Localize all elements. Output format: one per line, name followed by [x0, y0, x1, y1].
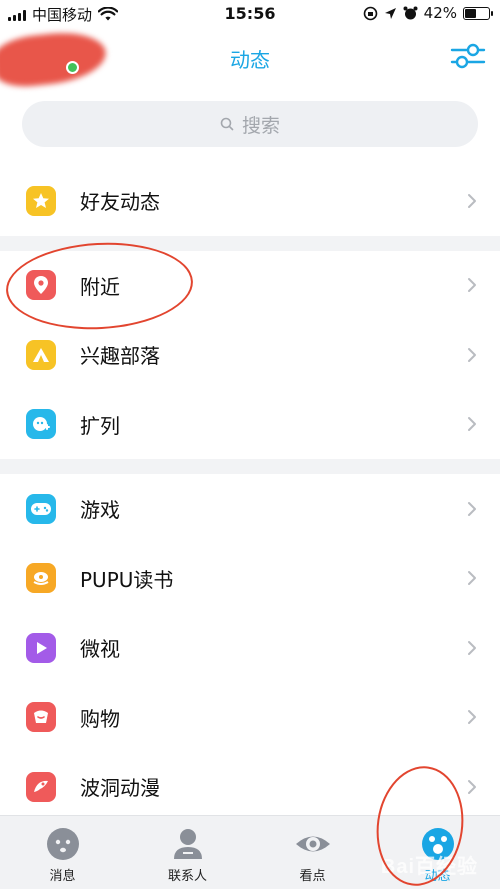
star-icon	[26, 185, 56, 216]
header: 动态	[0, 28, 500, 90]
search-bar[interactable]: 搜索	[22, 101, 478, 147]
page-title: 动态	[230, 48, 270, 72]
section-divider	[0, 235, 500, 251]
list-item-label: 游戏	[80, 498, 120, 523]
list-item-label: 好友动态	[80, 190, 160, 215]
alarm-icon	[403, 6, 418, 19]
tab-messages[interactable]: 消息	[0, 816, 125, 889]
video-play-icon	[26, 632, 56, 663]
search-icon	[220, 117, 234, 131]
book-icon	[26, 563, 56, 594]
location-arrow-icon	[384, 7, 396, 19]
contacts-icon	[173, 829, 202, 859]
list-item-friend-feed[interactable]: 好友动态	[0, 166, 500, 236]
chevron-right-icon	[468, 347, 476, 362]
chevron-right-icon	[468, 571, 476, 586]
list-item-bodong-comics[interactable]: 波洞动漫	[0, 752, 500, 822]
chevron-right-icon	[468, 710, 476, 725]
list-item-interest-tribe[interactable]: 兴趣部落	[0, 320, 500, 390]
comic-icon	[26, 771, 56, 802]
expand-friends-icon	[26, 409, 56, 440]
list-item-label: PUPU读书	[80, 567, 174, 592]
section-divider	[0, 459, 500, 474]
chevron-right-icon	[468, 193, 476, 208]
watermark: Bai百经验	[380, 856, 478, 878]
list-item-label: 兴趣部落	[80, 344, 160, 369]
search-placeholder: 搜索	[241, 114, 280, 137]
list-item-shopping[interactable]: 购物	[0, 683, 500, 753]
tab-label: 联系人	[167, 869, 207, 884]
bottom-nav: 消息 联系人 看点 动态 Bai百经验	[0, 815, 500, 889]
tab-kandian[interactable]: 看点	[250, 816, 375, 889]
list-item-games[interactable]: 游戏	[0, 474, 500, 544]
tab-contacts[interactable]: 联系人	[125, 816, 250, 889]
chevron-right-icon	[468, 278, 476, 293]
list-item-weishi[interactable]: 微视	[0, 613, 500, 683]
chevron-right-icon	[468, 779, 476, 794]
list-item-label: 波洞动漫	[80, 776, 160, 801]
chevron-right-icon	[468, 417, 476, 432]
list-item-nearby[interactable]: 附近	[0, 251, 500, 321]
battery-icon	[463, 6, 493, 20]
status-bar: 中国移动 15:56 42%	[0, 0, 500, 28]
list-item-label: 微视	[80, 637, 120, 662]
gamepad-icon	[26, 493, 56, 524]
list-item-pupu-reading[interactable]: PUPU读书	[0, 544, 500, 614]
tent-icon	[26, 339, 56, 370]
list-item-label: 购物	[80, 706, 120, 731]
message-icon	[46, 828, 79, 860]
list-item-label: 扩列	[80, 413, 120, 438]
eye-icon	[295, 836, 330, 852]
chevron-right-icon	[468, 640, 476, 655]
shopping-icon	[26, 702, 56, 733]
rotation-lock-icon	[363, 6, 377, 20]
sliders-icon[interactable]	[450, 40, 486, 72]
list-item-expand-friends[interactable]: 扩列	[0, 390, 500, 460]
chevron-right-icon	[468, 501, 476, 516]
feature-list: 好友动态 附近 兴趣部落 扩列 游戏 PUPU读书 微视 购物 波洞动漫	[0, 166, 500, 822]
tab-label: 消息	[49, 869, 76, 884]
list-item-label: 附近	[80, 274, 120, 299]
battery-percent: 42%	[423, 4, 457, 22]
location-pin-icon	[26, 270, 56, 301]
tab-label: 看点	[299, 869, 326, 884]
